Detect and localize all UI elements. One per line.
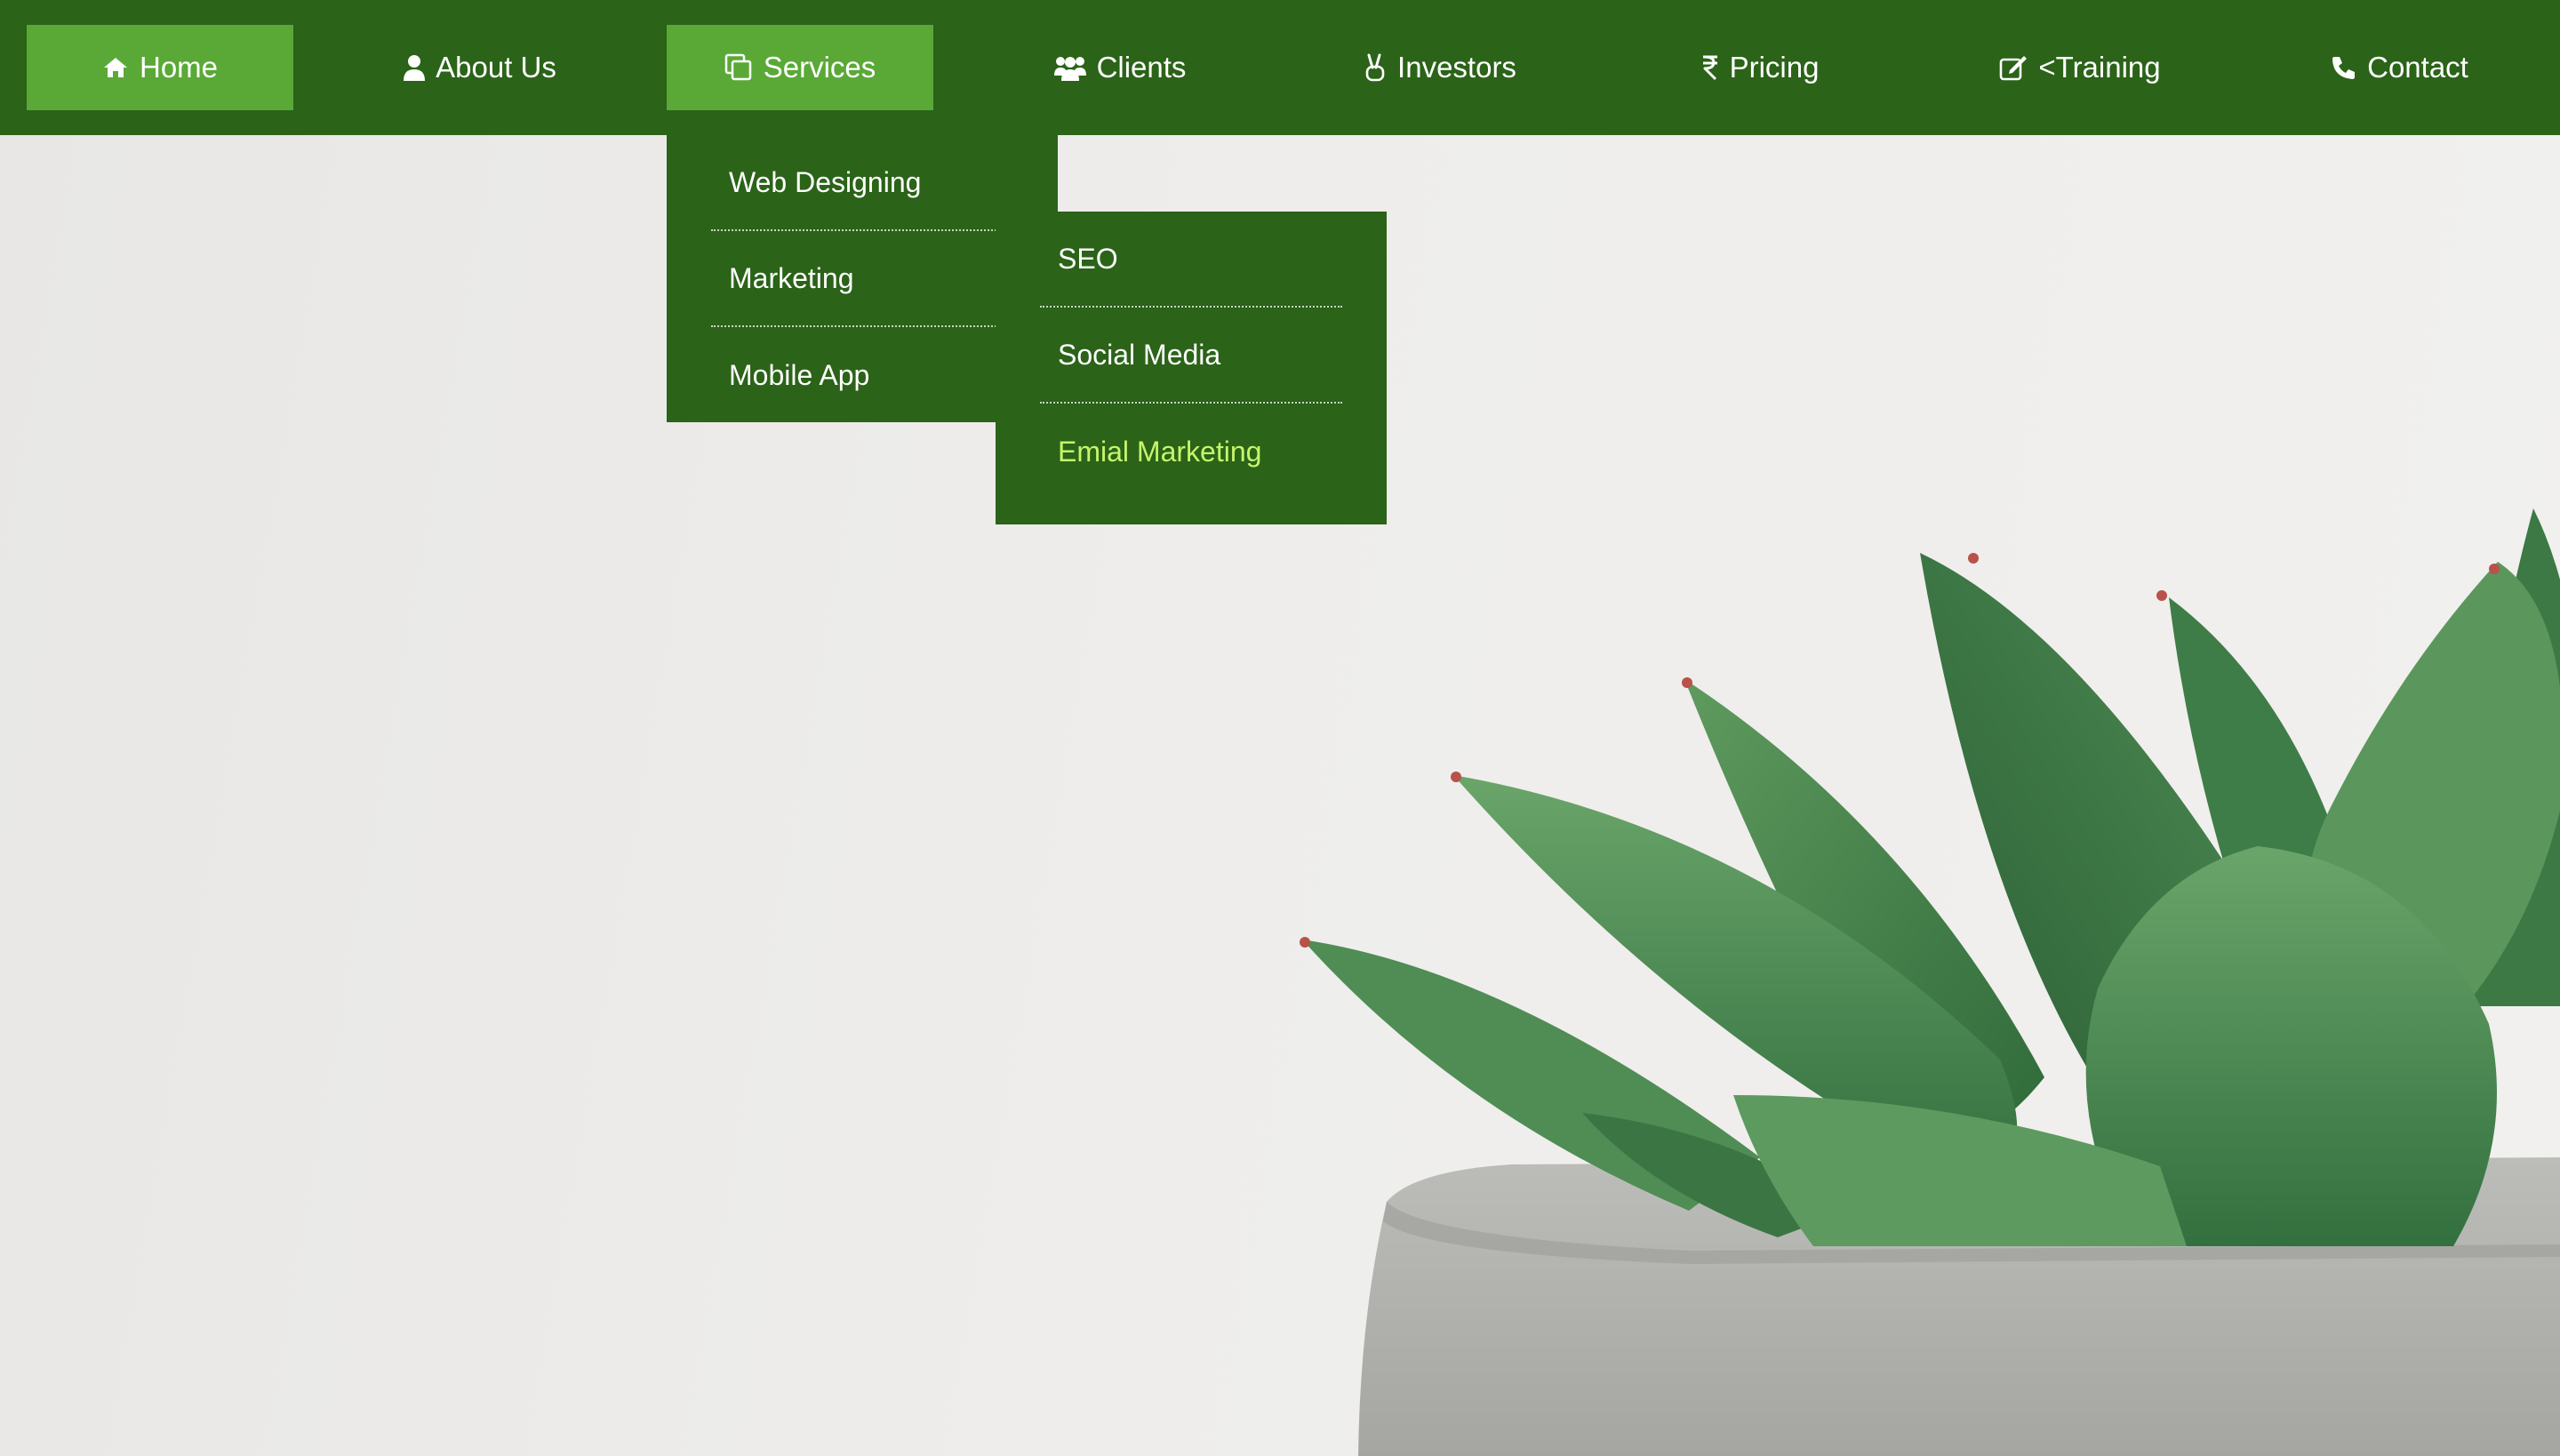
- nav-item-clients[interactable]: Clients: [987, 25, 1253, 110]
- dropdown-item-marketing[interactable]: Marketing: [711, 231, 1013, 327]
- nav-item-label: Clients: [1096, 51, 1187, 84]
- nav-item-label: About Us: [436, 51, 556, 84]
- nav-item-training[interactable]: <Training: [1947, 25, 2213, 110]
- nav-item-label: Contact: [2367, 51, 2468, 84]
- home-icon: [102, 56, 129, 79]
- submenu-item-social-media[interactable]: Social Media: [1040, 308, 1342, 404]
- edit-icon: [1999, 54, 2028, 81]
- nav-item-label: <Training: [2038, 51, 2161, 84]
- nav-item-label: Pricing: [1729, 51, 1820, 84]
- nav-item-contact[interactable]: Contact: [2267, 25, 2533, 110]
- submenu-item-email-marketing[interactable]: Emial Marketing: [1040, 404, 1342, 500]
- dropdown-item-label: Marketing: [729, 261, 854, 294]
- nav-item-label: Services: [763, 51, 876, 84]
- submenu-item-seo[interactable]: SEO: [1040, 212, 1342, 308]
- nav-item-label: Home: [139, 51, 219, 84]
- submenu-item-label: SEO: [1058, 242, 1118, 275]
- page: Home About Us Services Clients Investors: [0, 0, 2560, 1456]
- copy-icon: [724, 53, 753, 82]
- phone-icon: [2332, 55, 2356, 80]
- nav-item-about-us[interactable]: About Us: [347, 25, 613, 110]
- main-navbar: Home About Us Services Clients Investors: [0, 0, 2560, 135]
- nav-item-label: Investors: [1397, 51, 1516, 84]
- submenu-item-label: Social Media: [1058, 338, 1221, 371]
- nav-item-pricing[interactable]: Pricing: [1627, 25, 1893, 110]
- dropdown-item-web-designing[interactable]: Web Designing: [711, 135, 1013, 231]
- submenu-item-label: Emial Marketing: [1058, 435, 1262, 468]
- users-icon: [1053, 54, 1086, 81]
- nav-item-services[interactable]: Services: [667, 25, 933, 110]
- nav-item-investors[interactable]: Investors: [1307, 25, 1573, 110]
- rupee-icon: [1701, 54, 1719, 81]
- marketing-submenu: SEO Social Media Emial Marketing: [996, 212, 1387, 524]
- user-icon: [404, 54, 426, 81]
- dropdown-item-label: Mobile App: [729, 358, 870, 391]
- hand-peace-icon: [1364, 53, 1387, 82]
- nav-item-home[interactable]: Home: [27, 25, 293, 110]
- dropdown-item-mobile-app[interactable]: Mobile App: [711, 327, 1013, 423]
- dropdown-item-label: Web Designing: [729, 165, 922, 198]
